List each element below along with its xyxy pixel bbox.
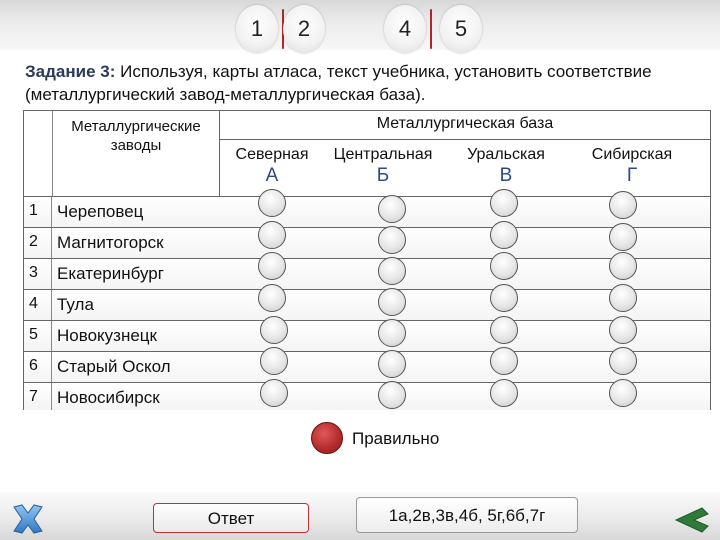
table-row: 6 Старый Оскол (24, 351, 710, 382)
answer-button[interactable]: Ответ (153, 503, 309, 533)
row-divider (51, 197, 52, 227)
row-number: 2 (29, 233, 38, 250)
tab-2[interactable]: 2 (283, 5, 325, 53)
choice-circle-4-b[interactable] (378, 288, 406, 316)
plant-name: Тула (57, 295, 94, 314)
back-arrow-icon[interactable] (672, 505, 712, 535)
row-divider (51, 228, 52, 258)
column-letter: В (499, 165, 513, 186)
choice-circle-7-c[interactable] (490, 379, 518, 407)
column-header-ural: Уральская В (446, 145, 566, 186)
choice-circle-3-d[interactable] (609, 252, 637, 280)
row-divider (51, 259, 52, 289)
choice-circle-6-c[interactable] (490, 347, 518, 375)
tab-5-label: 5 (454, 16, 468, 41)
column-header-north: Северная А (212, 145, 332, 186)
row-number: 4 (29, 295, 38, 312)
plant-name: Екатеринбург (57, 264, 164, 283)
tab-4-label: 4 (398, 16, 412, 41)
choice-circle-3-b[interactable] (378, 257, 406, 285)
row-number: 1 (29, 202, 38, 219)
tab-4[interactable]: 4 (384, 5, 432, 53)
choice-circle-3-a[interactable] (258, 252, 286, 280)
choice-circle-3-c[interactable] (490, 252, 518, 280)
plant-name: Новосибирск (57, 388, 160, 407)
choice-circle-1-b[interactable] (378, 195, 406, 223)
column-letter: Б (376, 165, 390, 186)
table-row: 2 Магнитогорск (24, 227, 710, 258)
column-name: Северная (235, 146, 309, 163)
choice-circle-1-c[interactable] (490, 189, 518, 217)
column-header-siberian: Сибирская Г (572, 145, 692, 186)
choice-circle-1-a[interactable] (258, 189, 286, 217)
choice-circle-5-c[interactable] (490, 316, 518, 344)
plant-name: Старый Оскол (57, 357, 171, 376)
choice-circle-6-b[interactable] (378, 350, 406, 378)
correct-legend-dot (311, 422, 343, 454)
row-number: 7 (29, 388, 38, 405)
choice-circle-4-c[interactable] (490, 284, 518, 312)
table-row: 1 Череповец (24, 196, 710, 227)
tab-2-label: 2 (297, 16, 311, 41)
tab-1-label: 1 (250, 16, 264, 41)
choice-circle-7-a[interactable] (260, 379, 288, 407)
choice-circle-1-d[interactable] (609, 191, 637, 219)
row-divider (51, 290, 52, 320)
table-row: 3 Екатеринбург (24, 258, 710, 289)
table-row: 7 Новосибирск (24, 382, 710, 410)
plant-name: Череповец (57, 202, 144, 221)
choice-circle-6-d[interactable] (609, 347, 637, 375)
base-header: Металлургическая база (376, 115, 554, 132)
matching-table: Металлургические заводы Металлургическая… (23, 110, 711, 410)
choice-circle-6-a[interactable] (260, 347, 288, 375)
row-divider (51, 352, 52, 382)
choice-circle-5-d[interactable] (609, 316, 637, 344)
task-description: Используя, карты атласа, текст учебника,… (25, 62, 652, 104)
row-divider (51, 383, 52, 410)
plants-header: Металлургические заводы (52, 111, 219, 196)
column-letter: Г (626, 165, 638, 186)
tab-1[interactable]: 1 (236, 5, 284, 53)
row-number: 5 (29, 326, 38, 343)
plant-name: Новокузнецк (57, 326, 157, 345)
correct-legend-label: Правильно (352, 429, 440, 448)
column-header-central: Центральная Б (323, 145, 443, 186)
answer-value: 1а,2в,3в,4б, 5г,6б,7г (356, 497, 578, 533)
choice-circle-7-b[interactable] (378, 381, 406, 409)
column-name: Уральская (467, 146, 545, 163)
plant-name: Магнитогорск (57, 233, 164, 252)
tab-5[interactable]: 5 (440, 5, 482, 53)
base-header-line (220, 139, 710, 140)
choice-circle-2-d[interactable] (609, 223, 637, 251)
row-number: 6 (29, 357, 38, 374)
close-x-icon[interactable] (10, 503, 46, 535)
choice-circle-4-d[interactable] (609, 284, 637, 312)
column-name: Сибирская (591, 146, 673, 163)
choice-circle-7-d[interactable] (609, 379, 637, 407)
choice-circle-2-c[interactable] (490, 221, 518, 249)
row-number: 3 (29, 264, 38, 281)
choice-circle-2-a[interactable] (258, 221, 286, 249)
column-name: Центральная (333, 146, 433, 163)
choice-circle-2-b[interactable] (378, 226, 406, 254)
task-label: Задание 3: (25, 62, 116, 81)
choice-circle-5-a[interactable] (260, 316, 288, 344)
plants-header-cell: Металлургические заводы (24, 111, 219, 196)
row-divider (51, 321, 52, 351)
choice-circle-5-b[interactable] (378, 319, 406, 347)
column-letter: А (265, 165, 279, 186)
table-row: 4 Тула (24, 289, 710, 320)
choice-circle-4-a[interactable] (258, 284, 286, 312)
tab-divider (430, 9, 432, 49)
table-row: 5 Новокузнецк (24, 320, 710, 351)
task-text: Задание 3: Используя, карты атласа, текс… (25, 60, 685, 106)
top-bar (0, 0, 720, 50)
